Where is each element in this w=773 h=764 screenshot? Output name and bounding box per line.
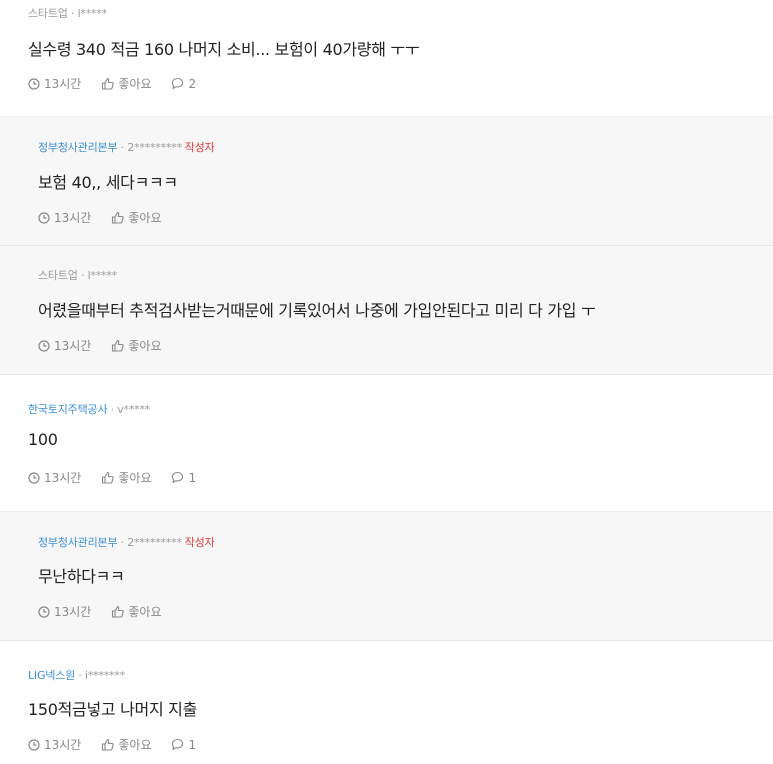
clock-icon: [38, 211, 50, 224]
time-stamp: 13시간: [38, 337, 91, 354]
meta-separator: ·: [117, 141, 128, 154]
speech-bubble-icon: [172, 738, 184, 751]
user-id: 2*********: [127, 536, 182, 549]
comment-actions: 13시간 좋아요 2: [28, 75, 216, 92]
time-stamp: 13시간: [38, 603, 91, 620]
like-button[interactable]: 좋아요: [101, 75, 151, 92]
user-id: l*****: [77, 7, 108, 20]
comment-item: 한국토지주택공사 · v***** 100 13시간 좋아요 1: [0, 375, 773, 512]
speech-bubble-icon: [172, 471, 184, 484]
comment-item: 스타트업 · l***** 실수령 340 적금 160 나머지 소비... 보…: [0, 0, 773, 117]
company-name[interactable]: 정부청사관리본부: [38, 536, 118, 549]
thumbs-up-icon: [102, 738, 115, 751]
like-button[interactable]: 좋아요: [101, 736, 151, 753]
time-stamp: 13시간: [28, 75, 81, 92]
meta-separator: ·: [77, 269, 88, 282]
time-stamp: 13시간: [38, 209, 91, 226]
meta-separator: ·: [107, 403, 118, 416]
comment-meta: 정부청사관리본부 · 2********* 작성자: [38, 139, 215, 155]
comment-meta: 스타트업 · l*****: [28, 5, 107, 21]
like-label: 좋아요: [118, 471, 152, 485]
author-badge: 작성자: [184, 141, 215, 154]
comment-actions: 13시간 좋아요 1: [28, 736, 216, 753]
comment-meta: 스타트업 · l*****: [38, 267, 117, 283]
reply-button[interactable]: 1: [171, 738, 196, 752]
reply-count: 1: [188, 737, 197, 752]
like-label: 좋아요: [118, 77, 152, 91]
like-label: 좋아요: [118, 738, 152, 752]
user-id: l*****: [87, 269, 118, 282]
company-name[interactable]: 한국토지주택공사: [28, 403, 108, 416]
comment-item: LIG넥스원 · i******* 150적금넣고 나머지 지출 13시간 좋아…: [0, 641, 773, 764]
comment-actions: 13시간 좋아요: [38, 603, 181, 620]
thumbs-up-icon: [102, 471, 115, 484]
reply-item: 정부청사관리본부 · 2********* 작성자 보험 40,, 세다ㅋㅋㅋ 1…: [0, 117, 773, 246]
comment-meta: 정부청사관리본부 · 2********* 작성자: [38, 534, 215, 550]
thumbs-up-icon: [102, 77, 115, 90]
comment-text: 실수령 340 적금 160 나머지 소비... 보험이 40가량해 ㅜㅜ: [28, 40, 420, 59]
clock-icon: [38, 339, 50, 352]
reply-item: 정부청사관리본부 · 2********* 작성자 무난하다ㅋㅋ 13시간 좋아요: [0, 512, 773, 641]
like-label: 좋아요: [128, 339, 162, 353]
meta-separator: ·: [117, 536, 128, 549]
thumbs-up-icon: [112, 211, 125, 224]
comment-meta: LIG넥스원 · i*******: [28, 667, 125, 683]
reply-count: 1: [188, 470, 197, 485]
comment-actions: 13시간 좋아요: [38, 209, 181, 226]
time-text: 13시간: [54, 339, 92, 353]
reply-count: 2: [188, 76, 197, 91]
clock-icon: [28, 738, 40, 751]
reply-button[interactable]: 2: [171, 77, 196, 91]
like-label: 좋아요: [128, 211, 162, 225]
time-text: 13시간: [54, 605, 92, 619]
comment-text: 150적금넣고 나머지 지출: [28, 700, 197, 719]
comment-meta: 한국토지주택공사 · v*****: [28, 401, 150, 417]
comment-text: 100: [28, 430, 58, 449]
time-text: 13시간: [54, 211, 92, 225]
time-stamp: 13시간: [28, 736, 81, 753]
like-button[interactable]: 좋아요: [101, 469, 151, 486]
user-id: 2*********: [127, 141, 182, 154]
comment-actions: 13시간 좋아요 1: [28, 469, 216, 486]
time-text: 13시간: [44, 471, 82, 485]
clock-icon: [38, 605, 50, 618]
time-text: 13시간: [44, 77, 82, 91]
meta-separator: ·: [67, 7, 78, 20]
comment-text: 어렸을때부터 추적검사받는거때문에 기록있어서 나중에 가입안된다고 미리 다 …: [38, 301, 596, 320]
clock-icon: [28, 77, 40, 90]
like-label: 좋아요: [128, 605, 162, 619]
like-button[interactable]: 좋아요: [111, 337, 161, 354]
comment-text: 무난하다ㅋㅋ: [38, 567, 125, 586]
user-id: i*******: [84, 669, 125, 682]
reply-button[interactable]: 1: [171, 471, 196, 485]
company-name[interactable]: 스타트업: [28, 7, 68, 20]
thumbs-up-icon: [112, 339, 125, 352]
reply-item: 스타트업 · l***** 어렸을때부터 추적검사받는거때문에 기록있어서 나중…: [0, 246, 773, 375]
company-name[interactable]: LIG넥스원: [28, 669, 75, 682]
author-badge: 작성자: [184, 536, 215, 549]
company-name[interactable]: 정부청사관리본부: [38, 141, 118, 154]
company-name[interactable]: 스타트업: [38, 269, 78, 282]
speech-bubble-icon: [172, 77, 184, 90]
time-stamp: 13시간: [28, 469, 81, 486]
like-button[interactable]: 좋아요: [111, 603, 161, 620]
time-text: 13시간: [44, 738, 82, 752]
comment-actions: 13시간 좋아요: [38, 337, 181, 354]
thumbs-up-icon: [112, 605, 125, 618]
user-id: v*****: [117, 403, 151, 416]
comment-text: 보험 40,, 세다ㅋㅋㅋ: [38, 173, 178, 192]
like-button[interactable]: 좋아요: [111, 209, 161, 226]
meta-separator: ·: [75, 669, 85, 682]
clock-icon: [28, 471, 40, 484]
